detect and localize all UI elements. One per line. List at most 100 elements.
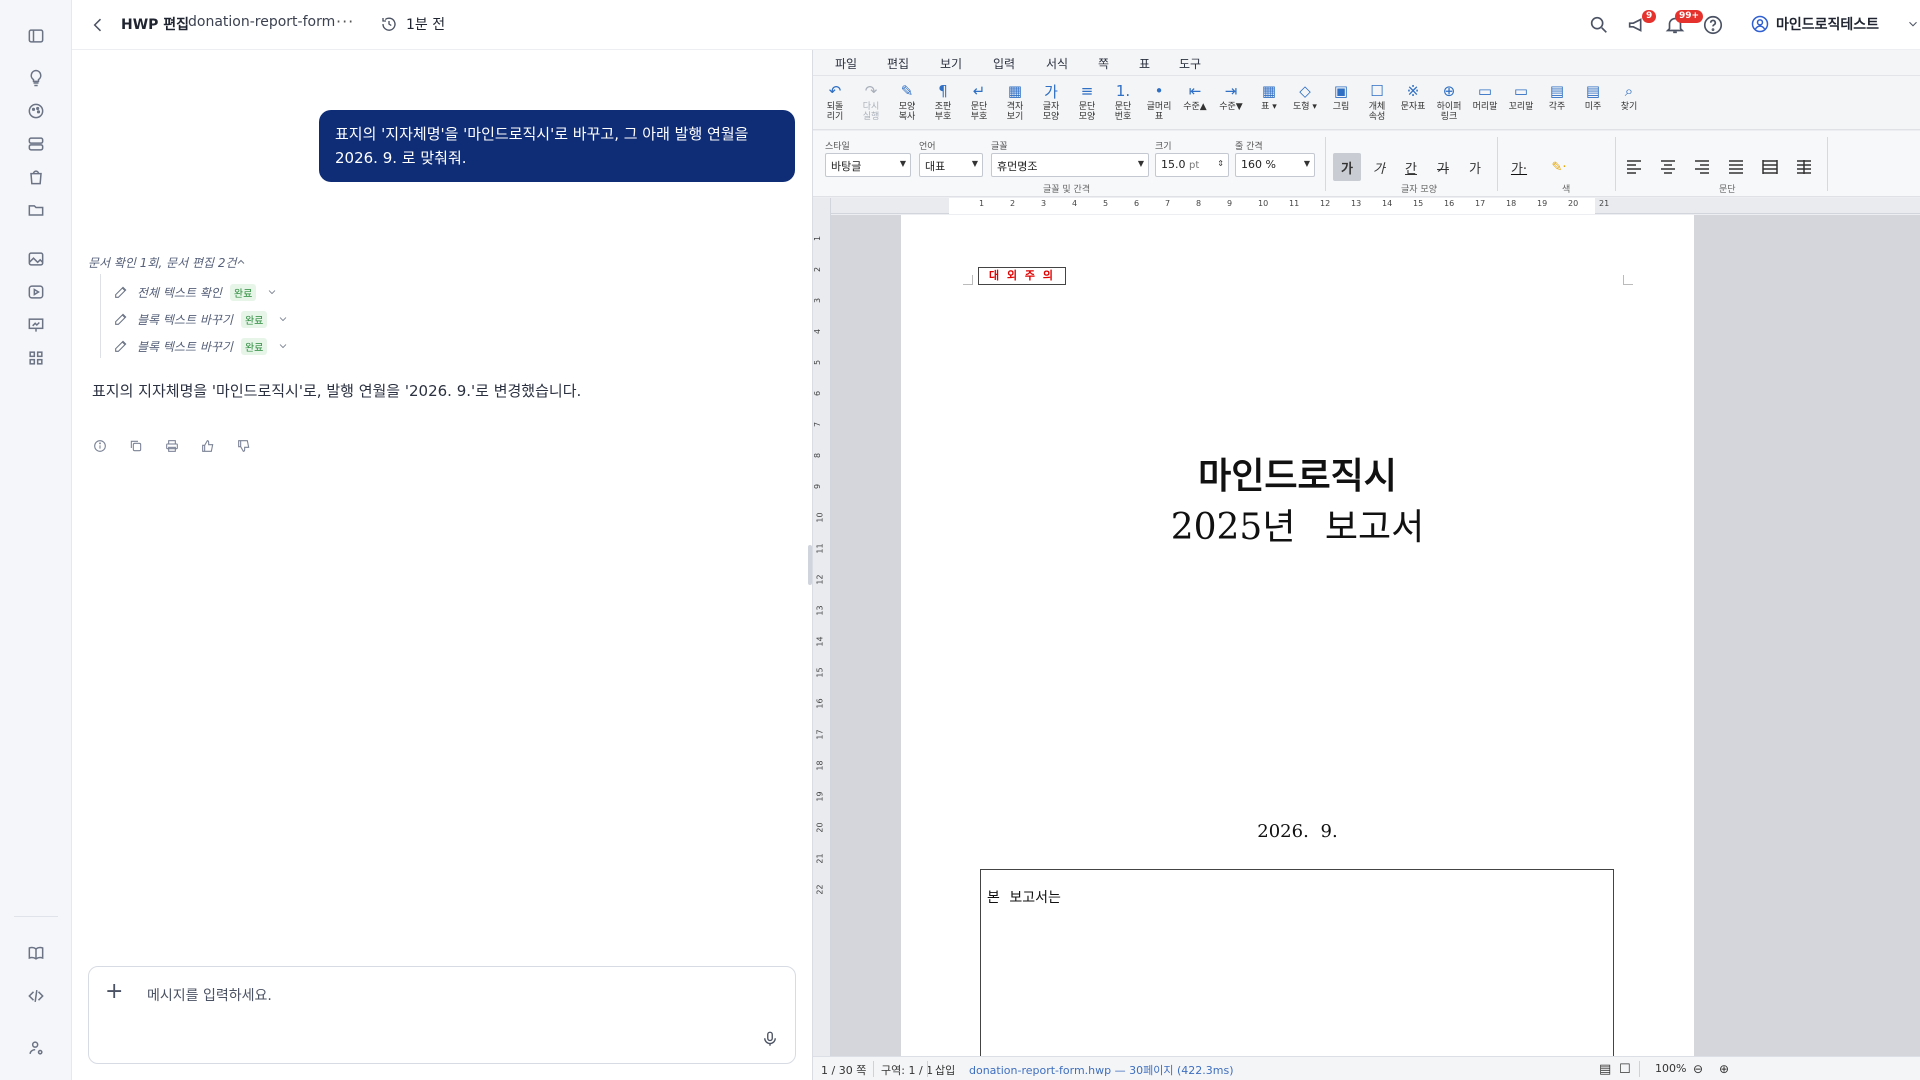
user-avatar-icon[interactable] [1750,14,1770,34]
cover-date[interactable]: 2026. 9. [901,821,1694,842]
vertical-ruler[interactable]: 1 2 3 4 5 6 7 8 9 10 11 12 13 14 15 16 17 18 19 20 21 22 [813,198,831,1056]
toolbar-button[interactable]: ▤ 미주 [1573,80,1613,112]
bold-button[interactable]: 가 [1333,153,1361,181]
lightbulb-icon[interactable] [24,66,48,90]
insert-mode[interactable]: 삽입 [935,1062,955,1078]
toolbar-button[interactable]: ≡ 문단 모양 [1067,80,1107,122]
toolbar-button[interactable]: ↷ 다시 실행 [851,80,891,122]
back-arrow-icon[interactable] [88,15,108,35]
zoom-in-icon[interactable]: ⊕ [1719,1062,1729,1076]
font-select[interactable]: 휴먼명조 ▼ [991,153,1149,177]
superscript-button[interactable]: 가 [1461,153,1489,181]
add-attachment-button[interactable]: + [105,979,123,1004]
chevron-down-icon[interactable] [277,313,289,325]
chevron-up-icon[interactable] [235,256,247,268]
microphone-icon[interactable] [761,1029,779,1049]
toolbar-button[interactable]: ▭ 머리말 [1465,80,1505,112]
horizontal-ruler[interactable]: 1 2 3 4 5 6 7 8 9 10 11 12 13 14 15 16 17 18 19 20 21 [831,198,1920,214]
toolbar-button[interactable]: ⌕ 찾기 [1609,80,1649,112]
video-icon[interactable] [24,280,48,304]
copy-icon[interactable] [128,438,146,456]
toolbar-button[interactable]: 1. 문단 번호 [1103,80,1143,122]
menu-page[interactable]: 쪽 [1098,55,1109,72]
summary-box[interactable] [980,869,1614,1056]
server-icon[interactable] [24,132,48,156]
menu-table[interactable]: 표 [1139,55,1150,72]
steps-summary[interactable]: 문서 확인 1회, 문서 편집 2건 [88,254,237,271]
toolbar-button[interactable]: ⊕ 하이퍼 링크 [1429,80,1469,122]
cover-title-report[interactable]: 2025년 보고서 [901,498,1694,550]
step-item[interactable]: 블록 텍스트 바꾸기 완료 [113,336,297,356]
help-icon[interactable] [1702,14,1724,36]
chevron-down-icon[interactable] [277,340,289,352]
align-left-icon[interactable] [1625,158,1643,174]
cover-title-city[interactable]: 마인드로직시 [901,447,1694,499]
toolbar-button[interactable]: ✎ 모양 복사 [887,80,927,122]
toolbar-button[interactable]: ⇤ 수준▲ [1175,80,1215,112]
style-select[interactable]: 바탕글 ▼ [825,153,911,177]
palette-icon[interactable] [24,99,48,123]
zoom-level[interactable]: 100% [1655,1062,1686,1075]
info-icon[interactable] [92,438,110,456]
apps-grid-icon[interactable] [24,346,48,370]
toolbar-button[interactable]: ▭ 꼬리말 [1501,80,1541,112]
thumbs-down-icon[interactable] [236,438,254,456]
document-page[interactable]: 대 외 주 의 마인드로직시 2025년 보고서 2026. 9. 본 보고서는 [901,215,1694,1056]
toolbar-button[interactable]: ▣ 그림 [1321,80,1361,112]
print-icon[interactable] [164,438,182,456]
font-size-input[interactable]: 15.0 pt ⇕ [1155,153,1229,177]
page-indicator[interactable]: 1 / 30 쪽 [821,1062,866,1078]
summary-box-text[interactable]: 본 보고서는 [987,887,1061,907]
strikethrough-button[interactable]: 가 [1429,153,1457,181]
chevron-down-icon[interactable] [1906,17,1920,31]
page-layout-icon[interactable]: ▤ [1599,1062,1611,1077]
step-item[interactable]: 블록 텍스트 바꾸기 완료 [113,309,297,329]
stepper-icon[interactable]: ⇕ [1217,159,1224,168]
history-icon[interactable] [380,15,398,33]
toolbar-button[interactable]: ▦ 격자 보기 [995,80,1035,122]
highlight-pen-icon[interactable]: ✎· [1545,153,1573,181]
italic-button[interactable]: 가 [1365,153,1393,181]
menu-tools[interactable]: 도구 [1179,55,1201,72]
underline-button[interactable]: 간 [1397,153,1425,181]
align-right-icon[interactable] [1693,158,1711,174]
message-input[interactable]: 메시지를 입력하세요. [147,985,272,1005]
toolbar-button[interactable]: ◇ 도형 ▾ [1285,80,1325,112]
chevron-down-icon[interactable] [266,286,278,298]
toolbar-button[interactable]: ↵ 문단 부호 [959,80,999,122]
menu-format[interactable]: 서식 [1046,55,1068,72]
code-icon[interactable] [24,984,48,1008]
toolbar-button[interactable]: 가 글자 모양 [1031,80,1071,123]
distribute-icon[interactable] [1761,158,1779,174]
document-viewport[interactable]: 대 외 주 의 마인드로직시 2025년 보고서 2026. 9. 본 보고서는 [831,215,1920,1056]
toolbar-button[interactable]: ☐ 개체 속성 [1357,80,1397,122]
step-item[interactable]: 전체 텍스트 확인 완료 [113,282,286,302]
toolbar-button[interactable]: ▦ 표 ▾ [1249,80,1289,112]
image-icon[interactable] [24,247,48,271]
message-composer[interactable]: + 메시지를 입력하세요. [88,966,796,1064]
user-name[interactable]: 마인드로직테스트 [1776,14,1879,34]
toolbar-button[interactable]: ⇥ 수준▼ [1211,80,1251,112]
toolbar-button[interactable]: ↶ 되돌 리기 [815,80,855,122]
menu-file[interactable]: 파일 [835,55,857,72]
toolbar-button[interactable]: ¶ 조판 부호 [923,80,963,122]
line-spacing-select[interactable]: 160 % ▼ [1235,153,1315,177]
sidebar-toggle-icon[interactable] [24,24,48,48]
menu-insert[interactable]: 입력 [993,55,1015,72]
zoom-out-icon[interactable]: ⊖ [1693,1062,1703,1076]
menu-view[interactable]: 보기 [940,55,962,72]
presentation-icon[interactable] [24,313,48,337]
toolbar-button[interactable]: ▤ 각주 [1537,80,1577,112]
toolbar-button[interactable]: ※ 문자표 [1393,80,1433,112]
search-icon[interactable] [1588,14,1610,36]
text-color-button[interactable]: 가· [1505,153,1533,181]
more-options-button[interactable]: ··· [336,12,354,31]
full-page-icon[interactable]: ☐ [1619,1062,1631,1077]
menu-edit[interactable]: 편집 [887,55,909,72]
last-saved-time[interactable]: 1분 전 [406,14,445,34]
account-settings-icon[interactable] [24,1036,48,1060]
toolbar-button[interactable]: • 글머리 표 [1139,80,1179,122]
book-icon[interactable] [24,941,48,965]
folder-icon[interactable] [24,198,48,222]
divide-align-icon[interactable] [1795,158,1813,174]
